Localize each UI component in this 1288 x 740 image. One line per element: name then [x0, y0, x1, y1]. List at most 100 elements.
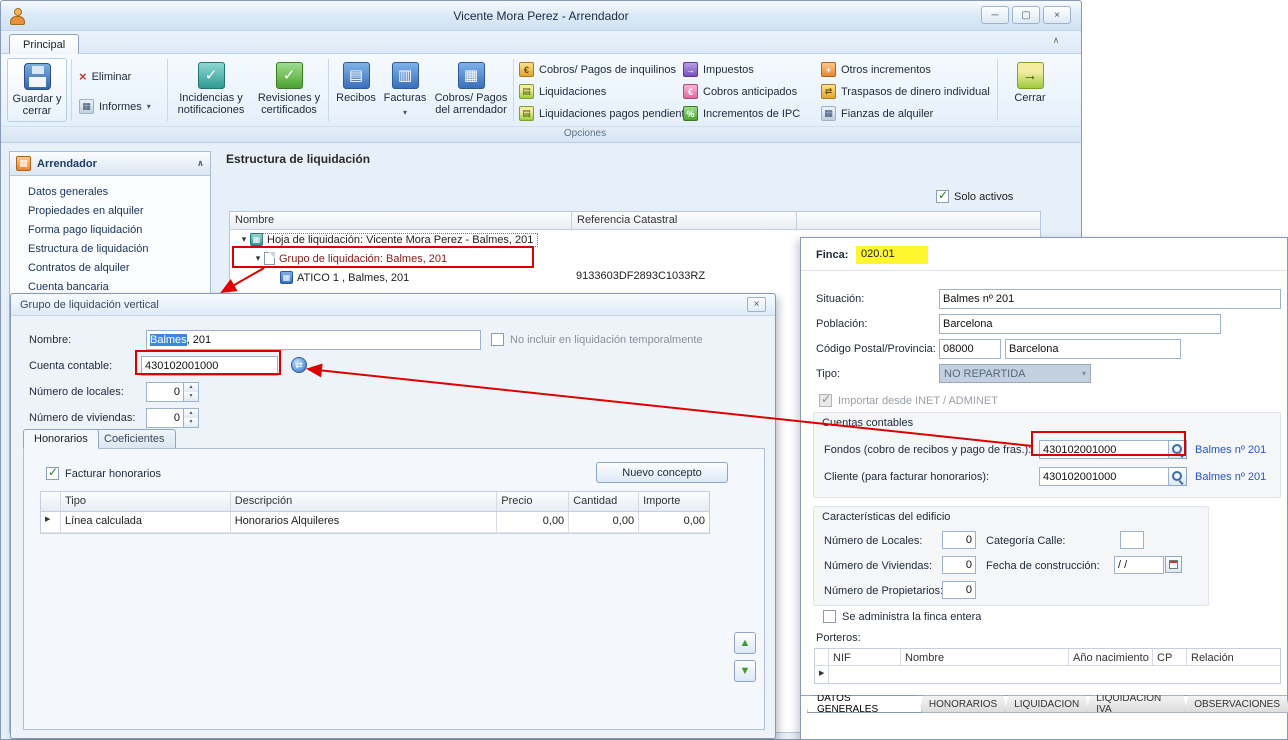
liquidaciones-pendientes-button[interactable]: ▤ Liquidaciones pagos pendientes: [519, 105, 696, 122]
situacion-label: Situación:: [816, 293, 864, 305]
deposit-grid-icon: ▦: [821, 106, 836, 121]
cobros-anticipados-button[interactable]: € Cobros anticipados: [683, 83, 797, 100]
column-header-importe[interactable]: Importe: [639, 492, 709, 511]
categoria-calle-input[interactable]: [1120, 531, 1144, 549]
eliminar-button[interactable]: × Eliminar: [79, 68, 131, 85]
tab-observaciones[interactable]: OBSERVACIONES: [1184, 695, 1288, 713]
traspasos-button[interactable]: ⇄ Traspasos de dinero individual: [821, 83, 990, 100]
tab-honorarios[interactable]: Honorarios: [23, 429, 99, 449]
tab-honorarios[interactable]: HONORARIOS: [919, 695, 1007, 713]
step-down-icon[interactable]: ▼: [184, 418, 198, 427]
otros-incrementos-button[interactable]: + Otros incrementos: [821, 61, 931, 78]
fecha-construccion-label: Fecha de construcción:: [986, 560, 1100, 572]
close-button[interactable]: ×: [1043, 6, 1071, 24]
column-header-relacion[interactable]: Relación: [1187, 649, 1280, 665]
cuenta-contable-input[interactable]: [141, 356, 278, 376]
move-down-button[interactable]: ▼: [734, 660, 756, 682]
fianzas-button[interactable]: ▦ Fianzas de alquiler: [821, 105, 933, 122]
expander-icon[interactable]: ▾: [238, 234, 250, 245]
sidebar-header[interactable]: ▦ Arrendador ∧: [10, 152, 210, 176]
maximize-button[interactable]: ▢: [1012, 6, 1040, 24]
nombre-label: Nombre:: [29, 334, 71, 346]
incidencias-button[interactable]: ✓ Incidencias y notificaciones: [173, 58, 249, 122]
cliente-input[interactable]: [1039, 467, 1169, 486]
numero-viviendas-stepper[interactable]: ▲▼: [146, 408, 199, 428]
sidebar-item-forma-pago[interactable]: Forma pago liquidación: [28, 224, 210, 236]
step-down-icon[interactable]: ▼: [184, 392, 198, 401]
caracteristicas-title: Características del edificio: [822, 511, 950, 523]
column-header-referencia[interactable]: Referencia Catastral: [572, 212, 797, 229]
sidebar-item-propiedades[interactable]: Propiedades en alquiler: [28, 205, 210, 217]
num-locales-input[interactable]: [942, 531, 976, 549]
tipo-select[interactable]: NO REPARTIDA ▾: [939, 364, 1091, 383]
fondos-link[interactable]: Balmes nº 201: [1195, 444, 1266, 456]
fecha-construccion-input[interactable]: [1114, 556, 1164, 574]
liquidaciones-button[interactable]: ▤ Liquidaciones: [519, 83, 606, 100]
column-header-ano-nacimiento[interactable]: Año nacimiento: [1069, 649, 1153, 665]
incrementos-ipc-button[interactable]: % Incrementos de IPC: [683, 105, 800, 122]
cliente-search-button[interactable]: [1169, 467, 1187, 486]
numero-locales-input[interactable]: [146, 382, 184, 402]
ipc-percent-icon: %: [683, 106, 698, 121]
sidebar-collapse-chevron-icon[interactable]: ∧: [197, 158, 204, 169]
column-header-nombre[interactable]: Nombre: [230, 212, 572, 229]
minimize-button[interactable]: ─: [981, 6, 1009, 24]
numero-viviendas-input[interactable]: [146, 408, 184, 428]
expander-icon[interactable]: ▾: [252, 253, 264, 264]
column-header-descripcion[interactable]: Descripción: [231, 492, 498, 511]
cuentas-contables-group: Cuentas contables Fondos (cobro de recib…: [813, 412, 1281, 498]
nuevo-concepto-button[interactable]: Nuevo concepto: [596, 462, 728, 483]
column-header-cantidad[interactable]: Cantidad: [569, 492, 639, 511]
calendar-button[interactable]: [1165, 556, 1182, 573]
fondos-search-button[interactable]: [1169, 440, 1187, 459]
fondos-input[interactable]: [1039, 440, 1169, 459]
numero-locales-stepper[interactable]: ▲▼: [146, 382, 199, 402]
tab-liquidacion[interactable]: LIQUIDACION: [1004, 695, 1089, 713]
tab-coeficientes[interactable]: Coeficientes: [93, 429, 176, 449]
poblacion-input[interactable]: [939, 314, 1221, 334]
tab-liquidacion-iva[interactable]: LIQUIDACION IVA: [1086, 695, 1187, 713]
sidebar-item-estructura[interactable]: Estructura de liquidación: [28, 243, 210, 255]
grid-row[interactable]: ▶ Línea calculada Honorarios Alquileres …: [41, 512, 709, 533]
column-header-nombre[interactable]: Nombre: [901, 649, 1069, 665]
dialog-close-button[interactable]: ×: [747, 297, 766, 312]
finca-value: 020.01: [856, 246, 928, 264]
cobros-arrendador-button[interactable]: ▦ Cobros/ Pagos del arrendador: [431, 58, 511, 122]
porteros-empty-row[interactable]: ▶: [815, 666, 1280, 683]
impuestos-button[interactable]: → Impuestos: [683, 61, 754, 78]
sidebar-item-contratos[interactable]: Contratos de alquiler: [28, 262, 210, 274]
column-header-cp[interactable]: CP: [1153, 649, 1187, 665]
step-up-icon[interactable]: ▲: [184, 409, 198, 418]
solo-activos-checkbox[interactable]: [936, 190, 949, 203]
codigo-postal-input[interactable]: [939, 339, 1001, 359]
nombre-input[interactable]: Balmes , 201: [146, 330, 481, 350]
guardar-y-cerrar-button[interactable]: Guardar y cerrar: [7, 58, 67, 122]
unit-icon: ▦: [280, 271, 293, 284]
cerrar-button[interactable]: → Cerrar: [1003, 58, 1057, 122]
tab-datos-generales[interactable]: DATOS GENERALES: [807, 695, 922, 713]
cobros-inquilinos-button[interactable]: € Cobros/ Pagos de inquilinos: [519, 61, 676, 78]
num-viviendas-input[interactable]: [942, 556, 976, 574]
facturar-honorarios-checkbox[interactable]: [46, 467, 59, 480]
recibos-button[interactable]: ▤ Recibos: [333, 58, 379, 122]
account-sync-icon[interactable]: ⇄: [291, 357, 307, 373]
tab-principal[interactable]: Principal: [9, 34, 79, 54]
situacion-input[interactable]: [939, 289, 1281, 309]
revisiones-button[interactable]: ✓ Revisiones y certificados: [253, 58, 325, 122]
column-header-nif[interactable]: NIF: [829, 649, 901, 665]
administra-finca-checkbox[interactable]: [823, 610, 836, 623]
sidebar-item-datos-generales[interactable]: Datos generales: [28, 186, 210, 198]
provincia-input[interactable]: [1005, 339, 1181, 359]
no-incluir-checkbox[interactable]: [491, 333, 504, 346]
num-propietarios-input[interactable]: [942, 581, 976, 599]
receipts-icon: ▤: [343, 62, 370, 89]
move-up-button[interactable]: ▲: [734, 632, 756, 654]
facturas-button[interactable]: ▥ Facturas ▾: [381, 58, 429, 122]
ribbon-collapse-chevron-icon[interactable]: ∧: [1047, 35, 1065, 50]
column-header-precio[interactable]: Precio: [497, 492, 569, 511]
cliente-link[interactable]: Balmes nº 201: [1195, 471, 1266, 483]
informes-button[interactable]: ▦ Informes ▾: [79, 98, 151, 115]
column-header-tipo[interactable]: Tipo: [61, 492, 231, 511]
step-up-icon[interactable]: ▲: [184, 383, 198, 392]
sidebar-item-cuenta-bancaria[interactable]: Cuenta bancaria: [28, 281, 210, 293]
